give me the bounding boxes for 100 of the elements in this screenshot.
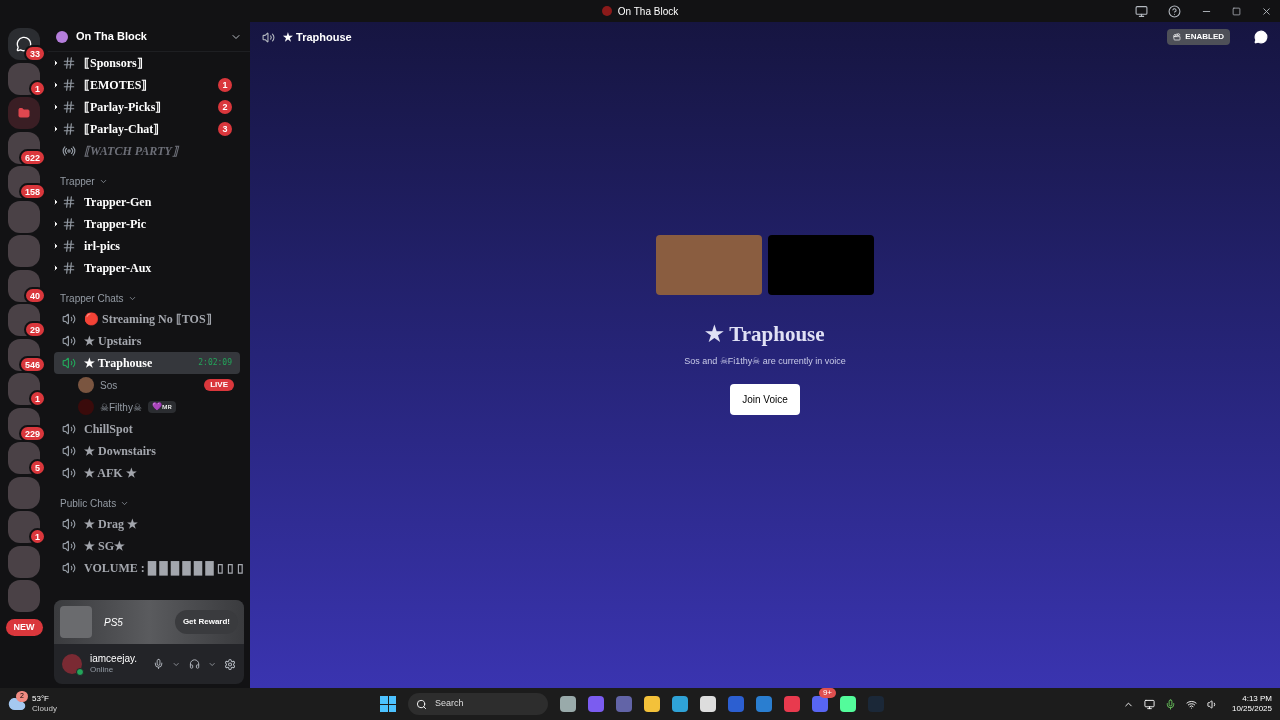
new-badge[interactable]: NEW: [5, 618, 43, 636]
server-header[interactable]: On Tha Block: [48, 22, 250, 52]
caret-icon: [52, 59, 60, 67]
search-field[interactable]: Search: [408, 693, 548, 715]
app-icon[interactable]: [700, 696, 716, 712]
channel-row[interactable]: ★ Traphouse 2:02:09: [54, 352, 240, 374]
channel-name: ⟦WATCH PARTY⟧: [84, 143, 178, 160]
join-voice-button[interactable]: Join Voice: [730, 384, 800, 415]
chat-app-icon[interactable]: [812, 696, 828, 712]
category-label[interactable]: Public Chats: [60, 496, 117, 511]
caret-icon: [52, 81, 60, 89]
server-icon[interactable]: [8, 269, 40, 302]
app-icon[interactable]: [588, 696, 604, 712]
temperature: 53°F: [32, 694, 50, 704]
channel-name: 🔴 Streaming No ⟦TOS⟧: [84, 311, 212, 328]
hash-icon: [62, 122, 76, 136]
user-name: iamceejay.: [90, 652, 138, 666]
help-icon[interactable]: [1168, 4, 1181, 18]
channel-row[interactable]: ★ SG★: [54, 535, 240, 557]
get-reward-button[interactable]: Get Reward!: [174, 610, 238, 634]
voice-user-name[interactable]: ☠Filthy☠: [100, 399, 142, 415]
channel-name: ★ Drag ★: [84, 516, 138, 533]
server-emblem-icon: [56, 30, 68, 43]
cloud-icon[interactable]: [8, 695, 26, 713]
live-badge: LIVE: [204, 379, 234, 391]
channel-row[interactable]: ⟦WATCH PARTY⟧: [54, 140, 240, 162]
user-status: Online: [90, 665, 115, 676]
server-folder[interactable]: [8, 97, 40, 129]
start-icon[interactable]: [380, 696, 396, 712]
hash-icon: [62, 217, 76, 231]
channel-row[interactable]: Trapper-Gen: [54, 191, 240, 213]
caret-icon: [52, 264, 60, 272]
volume-icon[interactable]: [1206, 698, 1218, 710]
headphones-icon[interactable]: [188, 658, 200, 670]
channel-row[interactable]: ChillSpot: [54, 418, 240, 440]
app-icon[interactable]: [784, 696, 800, 712]
channel-name: VOLUME : █ █ █ █ █ █ ▯ ▯ ▯: [84, 560, 244, 577]
window-title: On Tha Block: [617, 4, 679, 19]
chevron-icon: [98, 177, 108, 186]
app-logo-icon: [601, 6, 612, 16]
category-label[interactable]: Trapper: [60, 174, 95, 189]
display-icon[interactable]: [1143, 698, 1155, 710]
channel-row[interactable]: ★ AFK ★: [54, 462, 240, 484]
app-icon[interactable]: [756, 696, 772, 712]
channel-row[interactable]: ⟦Sponsors⟧: [54, 52, 240, 74]
channel-row[interactable]: Trapper-Pic: [54, 213, 240, 235]
channel-row[interactable]: Trapper-Aux: [54, 257, 240, 279]
participant-tile[interactable]: [768, 235, 874, 295]
screen-share-icon[interactable]: [1135, 4, 1148, 18]
speaker-icon: [62, 334, 76, 348]
channel-name: ★ Traphouse: [84, 355, 153, 372]
clock-date[interactable]: 10/25/2025: [1231, 704, 1272, 714]
server-icon[interactable]: [8, 442, 40, 474]
maximize-icon[interactable]: [1232, 6, 1241, 16]
hash-icon: [62, 78, 76, 92]
app-icon[interactable]: [644, 696, 660, 712]
call-timer: 2:02:09: [198, 357, 232, 369]
chat-bubble-icon[interactable]: [1254, 30, 1268, 44]
search-icon: [416, 698, 427, 710]
hash-icon: [62, 261, 76, 275]
count-badge: 2: [218, 100, 232, 114]
wifi-icon[interactable]: [1185, 698, 1197, 710]
app-icon[interactable]: [672, 696, 688, 712]
channel-name: ★ Downstairs: [84, 443, 156, 460]
notification-badge: 9+: [818, 688, 836, 698]
microphone-icon[interactable]: [1164, 698, 1176, 710]
channel-row[interactable]: ⟦Parlay-Picks⟧ 2: [54, 96, 240, 118]
app-icon[interactable]: [840, 696, 856, 712]
clock-time[interactable]: 4:13 PM: [1242, 694, 1272, 704]
microphone-icon[interactable]: [153, 658, 165, 670]
channel-name: ⟦EMOTES⟧: [84, 77, 148, 94]
promo-thumbnail: [60, 606, 92, 638]
app-icon[interactable]: [560, 696, 576, 712]
channel-row[interactable]: ⟦EMOTES⟧ 1: [54, 74, 240, 96]
channel-row[interactable]: ★ Drag ★: [54, 513, 240, 535]
channel-name: Trapper-Pic: [84, 216, 146, 233]
channel-row[interactable]: ★ Upstairs: [54, 330, 240, 352]
category-label[interactable]: Trapper Chats: [60, 291, 124, 306]
channel-row[interactable]: irl-pics: [54, 235, 240, 257]
channel-name: irl-pics: [84, 238, 120, 255]
settings-icon[interactable]: [223, 657, 236, 671]
voice-user-name[interactable]: Sos: [100, 377, 118, 393]
close-icon[interactable]: [1261, 5, 1272, 17]
channel-row[interactable]: 🔴 Streaming No ⟦TOS⟧: [54, 308, 240, 330]
user-tag: 💜ᴍʀ: [147, 401, 176, 413]
search-input[interactable]: Search: [435, 697, 525, 711]
channel-name: ★ SG★: [84, 538, 125, 555]
channel-title: ★ Traphouse: [283, 29, 352, 45]
channel-name: Trapper-Gen: [84, 194, 152, 211]
count-badge: 3: [218, 122, 232, 136]
user-avatar: [78, 377, 94, 393]
speaker-icon: [62, 517, 76, 531]
home-button[interactable]: [8, 28, 40, 60]
promo-brand: PS5: [104, 615, 123, 630]
channel-row[interactable]: ★ Downstairs: [54, 440, 240, 462]
participant-tile[interactable]: [656, 235, 762, 295]
user-avatar[interactable]: [62, 654, 82, 674]
speaker-icon: [62, 312, 76, 326]
hash-icon: [62, 239, 76, 253]
channel-row[interactable]: ⟦Parlay-Chat⟧ 3: [54, 118, 240, 140]
